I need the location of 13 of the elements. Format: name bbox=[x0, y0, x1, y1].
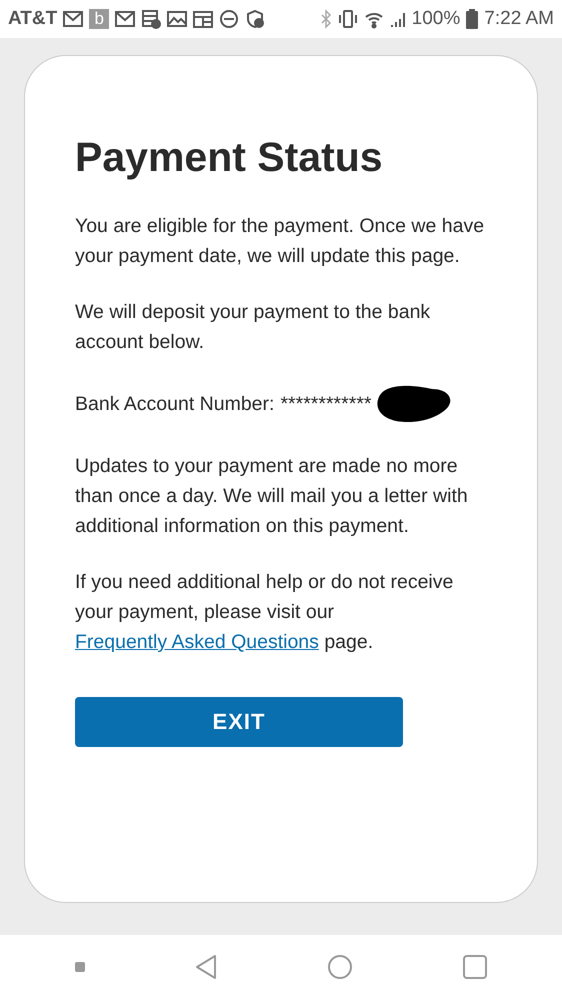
paragraph: Updates to your payment are made no more than once a day. We will mail you a letter with additional information on this payment. bbox=[75, 454, 469, 539]
paragraph: You are eligible for the payment. Once we have your payment date, we will update this page. bbox=[75, 214, 486, 269]
carrier-name: AT&T bbox=[8, 8, 58, 30]
app-badge: b bbox=[89, 9, 110, 29]
paragraph: If you need additional help or do not receive your payment, please visit our Frequently Asked Questions page. bbox=[75, 570, 454, 655]
battery-percentage: 100% bbox=[412, 8, 460, 30]
exit-button[interactable]: EXIT bbox=[75, 697, 403, 747]
masked-account-number: ************ bbox=[280, 392, 372, 417]
clock: 7:22 AM bbox=[484, 8, 554, 30]
faq-link[interactable]: Frequently Asked Questions bbox=[75, 631, 319, 653]
paragraph: We will deposit your payment to the bank account below. bbox=[75, 300, 432, 355]
account-label: Bank Account Number: bbox=[75, 392, 274, 417]
page-title: Payment Status bbox=[75, 134, 383, 181]
